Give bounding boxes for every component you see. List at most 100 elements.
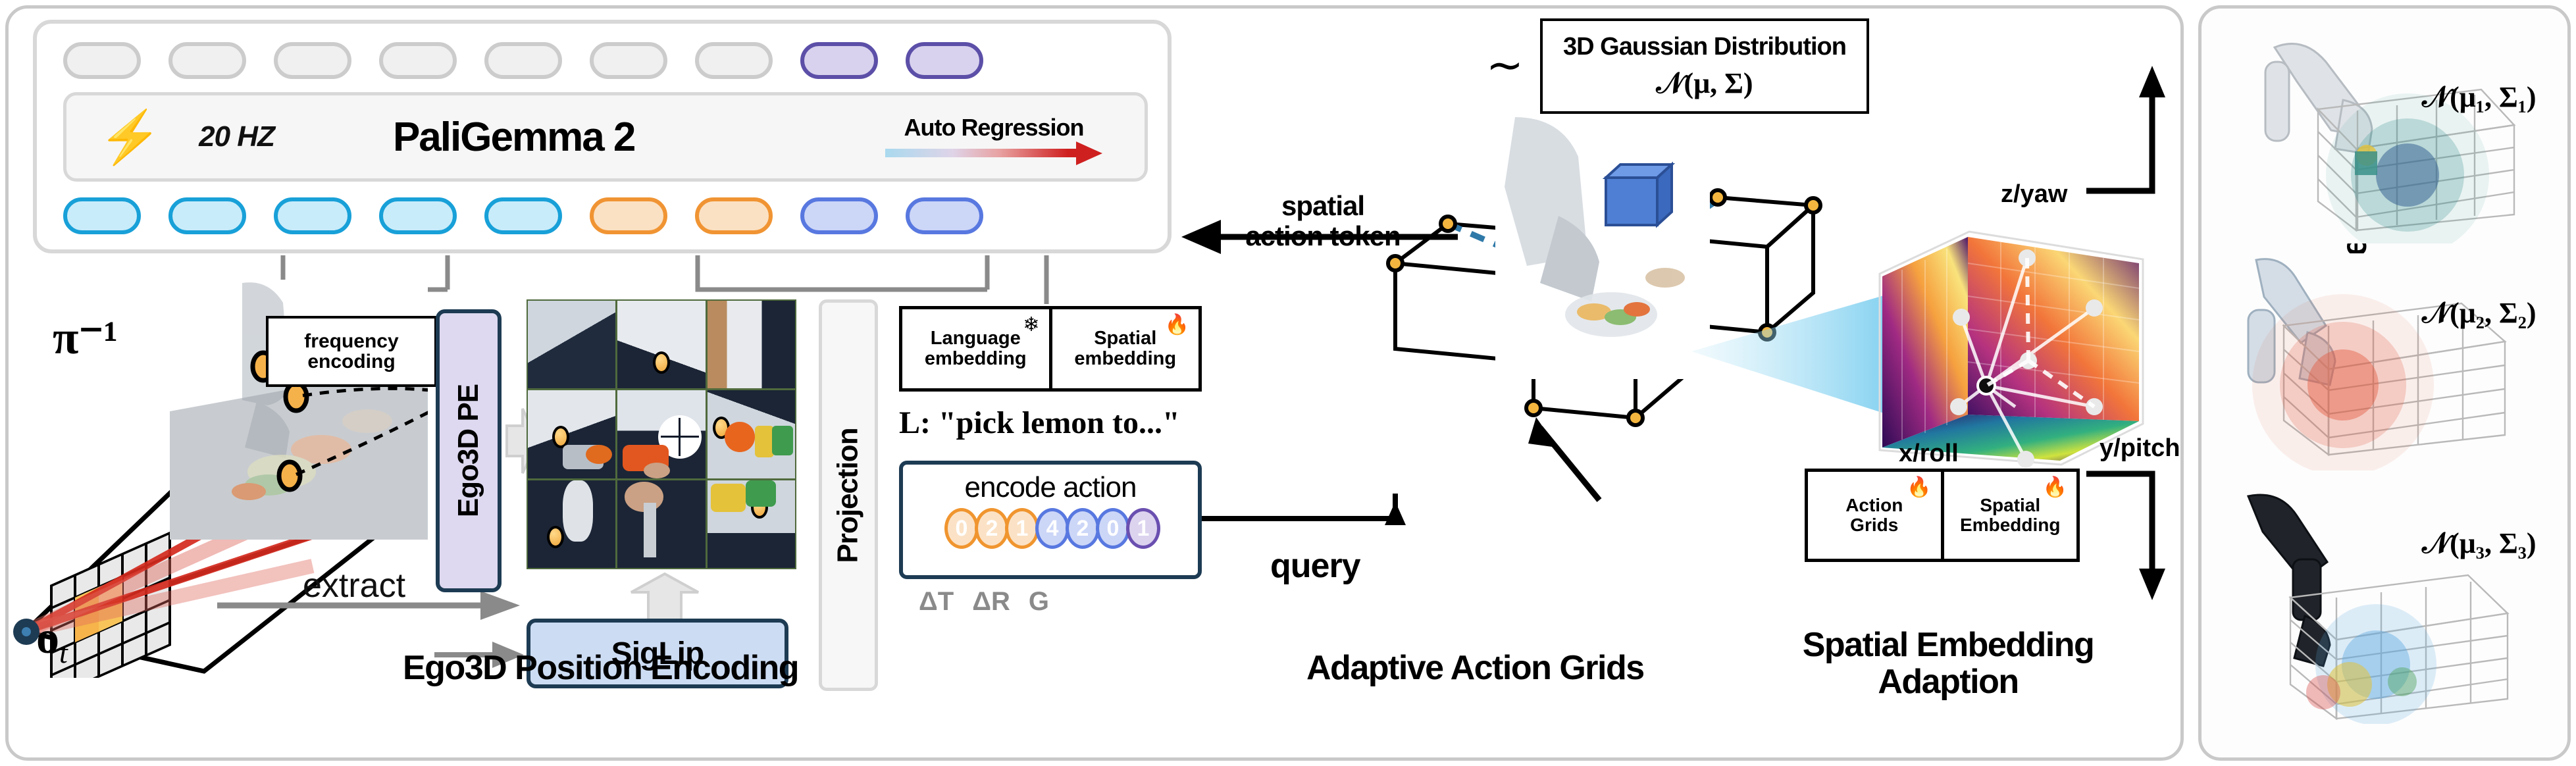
caption-action-grids: Adaptive Action Grids [1306,649,1645,687]
encode-action-title: encode action [964,471,1137,503]
action-token: 1 [1126,508,1160,549]
image-tile [617,301,706,389]
output-token-pill-orange [695,197,773,234]
encode-action-box: encode action 0 2 1 4 2 0 1 [899,461,1202,579]
snowflake-icon: ❄ [1023,314,1040,336]
spatial-embedding-right-line1: Spatial [1980,495,2041,516]
image-tile [707,480,795,568]
image-tile [528,480,616,568]
query-label: query [1270,547,1361,585]
output-token-pill-orange [590,197,667,234]
encode-action-token-list: 0 2 1 4 2 0 1 [944,508,1160,549]
projection-label: Projection [832,427,864,563]
frequency-label: 20 HZ [199,120,275,153]
image-tile [707,301,795,389]
image-tile [528,301,616,389]
input-token-pill [274,42,351,79]
paligemma-core: ⚡ 20 HZ PaliGemma 2 Auto Regression [63,92,1148,182]
lightning-bolt-icon: ⚡ [98,108,163,166]
output-token-pill-cyan [168,197,246,234]
robot-cell-3 [2244,487,2554,724]
action-token: 0 [1096,508,1130,549]
observation-label: ot [36,612,68,670]
action-token: 0 [944,508,979,549]
spatial-embedding-cell: 🔥 Spatial embedding [1048,309,1199,388]
ego3d-pe-box: Ego3D PE [436,309,502,592]
action-axis-labels: ΔT ΔR G [919,587,1049,617]
output-token-row [63,197,983,234]
robot-cell-1 [2244,26,2554,243]
caption-spatial-embedding-line1: Spatial Embedding [1802,626,2095,664]
observation-symbol: o [36,613,59,663]
axis-label-x: x/roll [1899,440,1959,467]
caption-ego3d: Ego3D Position Encoding [403,649,800,687]
frequency-encoding-box: frequency encoding [266,316,437,387]
spatial-embedding-line1: Spatial [1094,328,1157,349]
model-name: PaliGemma 2 [392,114,636,160]
query-to-lattice-arrow [1528,417,1602,502]
flame-icon: 🔥 [1164,314,1189,336]
gaussian-distribution-note: 3D Gaussian Distribution 𝒩(μ, Σ) [1540,18,1869,114]
adaption-to-robot3-arrow [2086,471,2165,600]
extract-label: extract [303,567,406,605]
action-grids-line2: Grids [1850,515,1899,535]
image-tile [707,390,795,478]
input-token-row [63,42,983,79]
robot-2-distribution-label: 𝒩(μ₂, Σ₂) [2422,297,2537,329]
embedding-box: ❄ Language embedding 🔥 Spatial embedding [899,306,1202,392]
caption-spatial-embedding: Spatial Embedding Adaption [1777,626,2119,700]
image-tile-center [617,390,706,478]
spatial-embedding-line2: embedding [1074,348,1177,369]
language-embedding-line2: embedding [924,348,1027,369]
auto-regression-label: Auto Regression [904,114,1084,141]
output-token-pill-cyan [484,197,562,234]
spatial-embedding-right-line2: Embedding [1960,515,2061,535]
output-token-pill-cyan [274,197,351,234]
output-token-pill-cyan [63,197,141,234]
image-tile [528,390,616,478]
action-axis-label-dt: ΔT [919,587,954,616]
axis-label-z: z/yaw [2001,180,2068,208]
action-token: 1 [1005,508,1039,549]
frequency-encoding-line1: frequency [304,330,399,352]
gaussian-title: 3D Gaussian Distribution [1563,32,1847,61]
projection-box: Projection [819,299,878,691]
action-grids-embedding-box: 🔥 Action Grids 🔥 Spatial Embedding [1805,469,2080,562]
frequency-encoding-line2: encoding [307,351,396,372]
auto-regression-arrow-icon [885,141,1102,165]
input-token-pill-purple [800,42,878,79]
robot-1-distribution-label: 𝒩(μ₁, Σ₁) [2422,81,2537,113]
flame-icon: 🔥 [1907,476,1932,498]
language-embedding-cell: ❄ Language embedding [902,309,1049,388]
action-grids-line1: Action [1845,495,1903,516]
action-token: 2 [1066,508,1100,549]
pi-inverse-label: π⁻¹ [53,311,118,364]
robot-cell-2 [2244,253,2554,471]
flame-icon: 🔥 [2042,476,2067,498]
language-embedding-line1: Language [930,328,1021,349]
action-axis-label-dr: ΔR [972,587,1010,616]
input-token-pill [484,42,562,79]
output-token-pill-blue [906,197,983,234]
robot-3-distribution-label: 𝒩(μ₃, Σ₃) [2422,527,2537,559]
input-token-pill [168,42,246,79]
scene-photo-center [1495,117,1710,379]
ego3d-pe-label: Ego3D PE [452,384,484,518]
input-token-pill [590,42,667,79]
input-token-pill-purple [906,42,983,79]
action-token: 4 [1035,508,1069,549]
caption-spatial-embedding-line2: Adaption [1878,663,2019,702]
figure-canvas: ⚡ 20 HZ PaliGemma 2 Auto Regression π⁻¹ … [0,0,2576,766]
input-token-pill [379,42,457,79]
gaussian-formula: 𝒩(μ, Σ) [1656,66,1753,99]
input-token-pill [63,42,141,79]
action-axis-label-g: G [1028,587,1049,616]
action-grids-cell: 🔥 Action Grids [1808,472,1941,559]
input-token-pill [695,42,773,79]
vlm-panel: ⚡ 20 HZ PaliGemma 2 Auto Regression [33,20,1172,253]
tiled-observation-image [527,299,796,569]
spatial-embedding-cell-right: 🔥 Spatial Embedding [1940,472,2077,559]
image-tile [617,480,706,568]
spatial-embedding-heatmap-cube [1878,230,2144,468]
output-token-pill-cyan [379,197,457,234]
